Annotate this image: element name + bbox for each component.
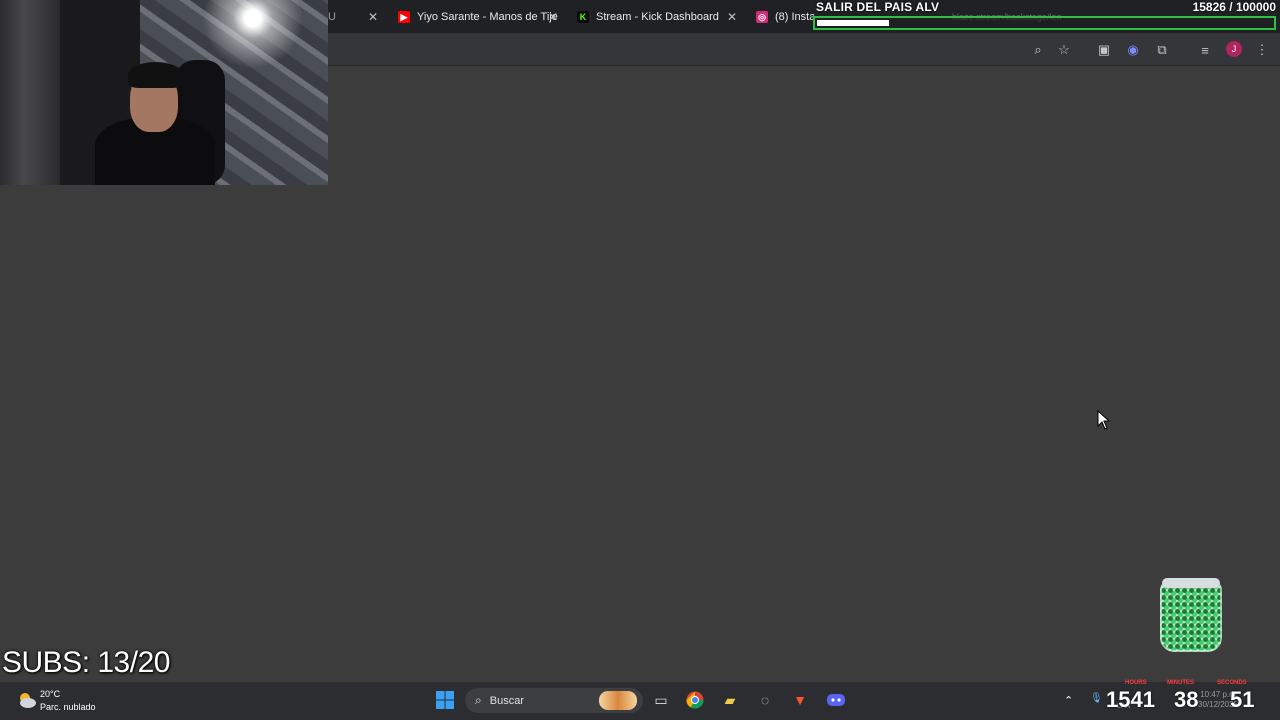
search-placeholder: Buscar [489,694,524,707]
obs-icon[interactable]: ◌ [754,689,776,711]
webcam-background [0,0,60,185]
mouse-cursor-icon [1097,410,1111,430]
search-icon: ⌕ [475,693,482,707]
system-clock[interactable]: 10:47 p.m. 30/12/2025 [1198,690,1238,710]
tray-overflow-icon[interactable]: ⌃ [1064,694,1073,707]
zoom-icon[interactable]: ⌕ [1030,42,1046,58]
tab-label: U [328,11,336,23]
weather-icon[interactable] [16,689,38,711]
goal-progress-bar [813,16,1276,30]
extension-icon[interactable]: ◉ [1125,42,1141,58]
subs-counter: SUBS: 13/20 [2,646,170,679]
timer-hours: 1541 [1106,687,1155,712]
goal-title: SALIR DEL PAIS ALV [816,0,940,14]
tab-partial[interactable]: U ✕ [328,4,378,30]
tip-jar-icon [1162,578,1220,588]
clock-date: 30/12/2025 [1198,700,1239,709]
youtube-icon: ▶ [398,11,410,23]
tab-label: Yiyo Sarante - Manos de Tije [417,11,558,23]
goal-count: 15826 / 100000 [1192,0,1276,14]
goal-progress-fill [817,20,889,26]
timer-minutes-label: MINUTES [1167,680,1194,686]
tab-instagram[interactable]: ◎ (8) Instagram [756,4,814,30]
tab-label: (8) Instagram [775,11,814,23]
puzzle-icon[interactable]: ⧉ [1154,42,1170,58]
close-icon[interactable]: ✕ [548,10,558,24]
extension-icon[interactable]: ▣ [1096,42,1112,58]
bookmark-star-icon[interactable]: ☆ [1056,42,1072,58]
timer-minutes: 38 [1174,687,1199,712]
file-explorer-icon[interactable]: ▰ [719,689,741,711]
kick-icon: K [577,11,589,23]
tip-jar-icon [1160,580,1222,652]
taskbar-search[interactable]: ⌕ Buscar [465,688,643,713]
timer-seconds-label: SECONDS [1217,680,1247,686]
chrome-icon[interactable] [684,689,706,711]
tab-kick-dashboard[interactable]: K Stream - Kick Dashboard ✕ [577,4,737,30]
weather-description: Parc. nublado [40,702,96,712]
tab-label: Stream - Kick Dashboard [596,11,719,23]
close-icon[interactable]: ✕ [368,10,378,24]
windows-start-icon[interactable] [434,689,456,711]
weather-temperature: 20°C [40,689,61,699]
close-icon[interactable]: ✕ [727,10,737,24]
webcam-feed [0,0,328,185]
more-menu-icon[interactable]: ⋮ [1254,42,1270,58]
media-control-icon[interactable]: ≡ [1197,42,1213,58]
discord-icon[interactable] [825,689,847,711]
avatar[interactable]: J [1226,41,1242,57]
brave-icon[interactable]: ▼ [789,689,811,711]
tab-youtube[interactable]: ▶ Yiyo Sarante - Manos de Tije ✕ [398,4,558,30]
clock-time: 10:47 p.m. [1200,690,1239,699]
instagram-icon: ◎ [756,11,768,23]
search-highlight-icon [599,691,637,710]
timer-hours-label: HOURS [1125,680,1147,686]
task-view-icon[interactable]: ▭ [650,689,672,711]
webcam-person [128,62,183,88]
